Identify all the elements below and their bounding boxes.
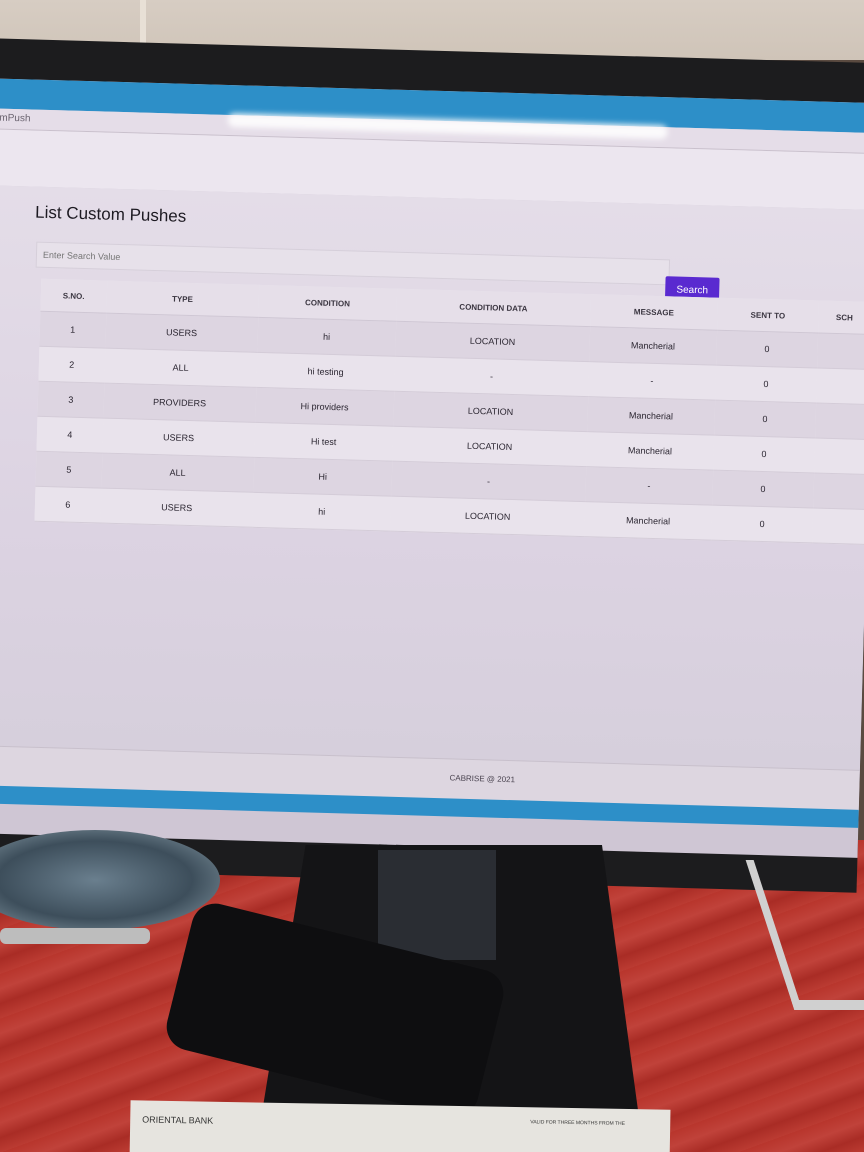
cell-condition-data: LOCATION — [395, 321, 590, 362]
cell-sno: 5 — [35, 451, 103, 489]
card-validity-text: VALID FOR THREE MONTHS FROM THE — [530, 1119, 626, 1127]
col-condition[interactable]: CONDITION — [258, 284, 398, 322]
cell-schedule — [816, 333, 864, 370]
cell-sno: 6 — [34, 486, 102, 524]
monitor-bezel: omPush List Custom Pushes Search S.NO. T… — [0, 38, 864, 893]
cell-type: ALL — [104, 348, 258, 388]
card-bank-name: ORIENTAL BANK — [142, 1114, 214, 1126]
cell-condition-data: LOCATION — [390, 496, 585, 537]
id-card: ORIENTAL BANK VALID FOR THREE MONTHS FRO… — [129, 1100, 671, 1152]
cell-sent-to: 0 — [714, 400, 816, 438]
app-title: omPush — [0, 112, 31, 125]
col-condition-data[interactable]: CONDITION DATA — [396, 288, 591, 327]
wall-edge — [140, 0, 146, 48]
cell-sent-to: 0 — [711, 505, 813, 543]
cell-sent-to: 0 — [712, 470, 814, 508]
cell-type: USERS — [100, 488, 254, 528]
cell-sno: 1 — [39, 311, 107, 349]
cell-sno: 2 — [38, 346, 106, 384]
cell-sent-to: 0 — [715, 365, 817, 403]
cell-schedule — [815, 367, 864, 405]
cell-condition: Hi providers — [255, 387, 395, 427]
cell-type: USERS — [105, 313, 259, 353]
cell-message: - — [587, 361, 716, 401]
cell-schedule — [811, 507, 864, 545]
pen — [0, 928, 150, 944]
cell-condition: Hi — [253, 457, 393, 497]
cell-sno: 3 — [37, 381, 105, 419]
cell-schedule — [812, 472, 864, 510]
pushes-table: S.NO. TYPE CONDITION CONDITION DATA MESS… — [34, 278, 864, 545]
col-type[interactable]: TYPE — [106, 280, 259, 318]
col-schedule[interactable]: SCH — [817, 300, 864, 335]
photo-scene: omPush List Custom Pushes Search S.NO. T… — [0, 0, 864, 1152]
cell-type: ALL — [101, 453, 255, 493]
cell-message: Mancherial — [586, 396, 716, 436]
col-sno[interactable]: S.NO. — [40, 278, 107, 314]
cell-schedule — [813, 437, 864, 475]
cell-sno: 4 — [36, 416, 104, 454]
cell-message: Mancherial — [583, 501, 713, 541]
cell-condition-data: - — [394, 356, 589, 397]
monitor-screen: omPush List Custom Pushes Search S.NO. T… — [0, 77, 864, 858]
col-message[interactable]: MESSAGE — [589, 294, 718, 331]
cell-message: Mancherial — [588, 326, 717, 366]
cell-condition: hi — [257, 317, 397, 357]
cell-sent-to: 0 — [713, 435, 815, 473]
cell-condition-data: LOCATION — [393, 391, 588, 432]
cell-condition-data: - — [391, 461, 586, 502]
cell-schedule — [814, 402, 864, 440]
cell-condition-data: LOCATION — [392, 426, 587, 467]
cell-sent-to: 0 — [715, 330, 818, 368]
main-content: List Custom Pushes Search S.NO. TYPE CON… — [0, 184, 864, 770]
cell-condition: hi testing — [256, 352, 396, 392]
cell-type: PROVIDERS — [103, 383, 257, 423]
cell-condition: Hi test — [254, 422, 394, 462]
cell-type: USERS — [102, 418, 256, 458]
cell-message: - — [584, 466, 714, 506]
cell-message: Mancherial — [585, 431, 715, 471]
footer-copyright: CABRISE @ 2021 — [449, 773, 516, 785]
col-sent-to[interactable]: SENT TO — [716, 297, 819, 334]
search-input[interactable] — [35, 241, 671, 286]
page-title: List Custom Pushes — [34, 202, 187, 226]
cell-condition: hi — [252, 492, 392, 532]
monitor-stand-panel — [378, 850, 496, 960]
